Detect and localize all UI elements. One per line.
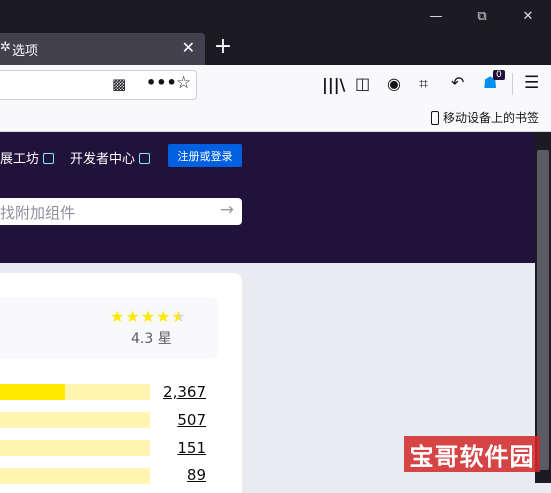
tab-close-icon[interactable]: ✕ — [182, 38, 195, 57]
mobile-bookmarks-label: 移动设备上的书签 — [442, 111, 539, 125]
more-actions-icon[interactable]: ••• — [146, 73, 177, 92]
extension-workshop-link[interactable]: 展工坊 — [0, 148, 55, 167]
sidebar-icon[interactable]: ◫ — [355, 74, 370, 93]
library-icon[interactable]: |||\ — [322, 75, 345, 94]
developer-hub-link[interactable]: 开发者中心 — [70, 148, 151, 167]
rating-count-link[interactable]: 2,367 — [163, 383, 206, 401]
new-tab-button[interactable]: + — [210, 34, 236, 62]
maximize-icon[interactable]: ⧉ — [459, 0, 505, 33]
extension-badge: 0 — [493, 70, 505, 80]
full-stars-icon: ★★★★ — [110, 307, 172, 326]
tab-title: 选项 — [12, 44, 39, 59]
rating-count-link[interactable]: 151 — [177, 439, 206, 457]
phone-icon — [430, 110, 439, 125]
rating-bar-track[interactable] — [0, 440, 150, 456]
close-window-icon[interactable]: ✕ — [505, 0, 551, 33]
watermark-logo: 宝哥软件园 — [404, 436, 540, 472]
gear-icon: ✲ — [0, 40, 11, 55]
half-star-icon: ★ — [171, 307, 187, 326]
external-link-icon — [43, 153, 55, 164]
title-bar: — ⧉ ✕ — [0, 0, 551, 33]
account-icon[interactable]: ◉ — [387, 74, 401, 93]
bookmark-star-icon[interactable]: ☆ — [176, 73, 191, 93]
rating-value: 4.3 星 — [131, 331, 172, 347]
toolbar-divider — [512, 73, 513, 95]
star-rating: ★★★★★ — [110, 307, 187, 326]
rating-bar-fill — [0, 384, 65, 400]
undo-icon[interactable]: ↶ — [451, 73, 464, 92]
external-link-icon — [139, 153, 151, 164]
rating-count-link[interactable]: 507 — [177, 411, 206, 429]
rating-bar-track[interactable] — [0, 468, 150, 484]
search-placeholder: 找附加组件 — [0, 204, 76, 222]
tab-options[interactable]: ✲ 选项 ✕ — [0, 33, 205, 65]
minimize-icon[interactable]: — — [413, 0, 459, 33]
qr-code-icon[interactable]: ▩ — [112, 75, 126, 93]
addon-search-input[interactable]: 找附加组件 → — [0, 198, 242, 225]
mobile-bookmarks[interactable]: 移动设备上的书签 — [430, 109, 539, 126]
rating-bar-track[interactable] — [0, 412, 150, 428]
register-login-button[interactable]: 注册或登录 — [168, 144, 242, 167]
scrollbar-thumb[interactable] — [537, 150, 549, 470]
nav-toolbar: ▩ ••• ☆ |||\ ◫ ◉ ⌗ ↶ ☗ 0 ☰ — [0, 65, 551, 105]
url-bar[interactable]: ▩ ••• ☆ — [0, 70, 197, 100]
rating-bar-track[interactable] — [0, 384, 150, 400]
menu-icon[interactable]: ☰ — [524, 73, 539, 93]
arrow-right-icon[interactable]: → — [220, 200, 234, 220]
rating-count-link[interactable]: 89 — [187, 466, 206, 484]
screenshot-crop-icon[interactable]: ⌗ — [419, 74, 428, 94]
